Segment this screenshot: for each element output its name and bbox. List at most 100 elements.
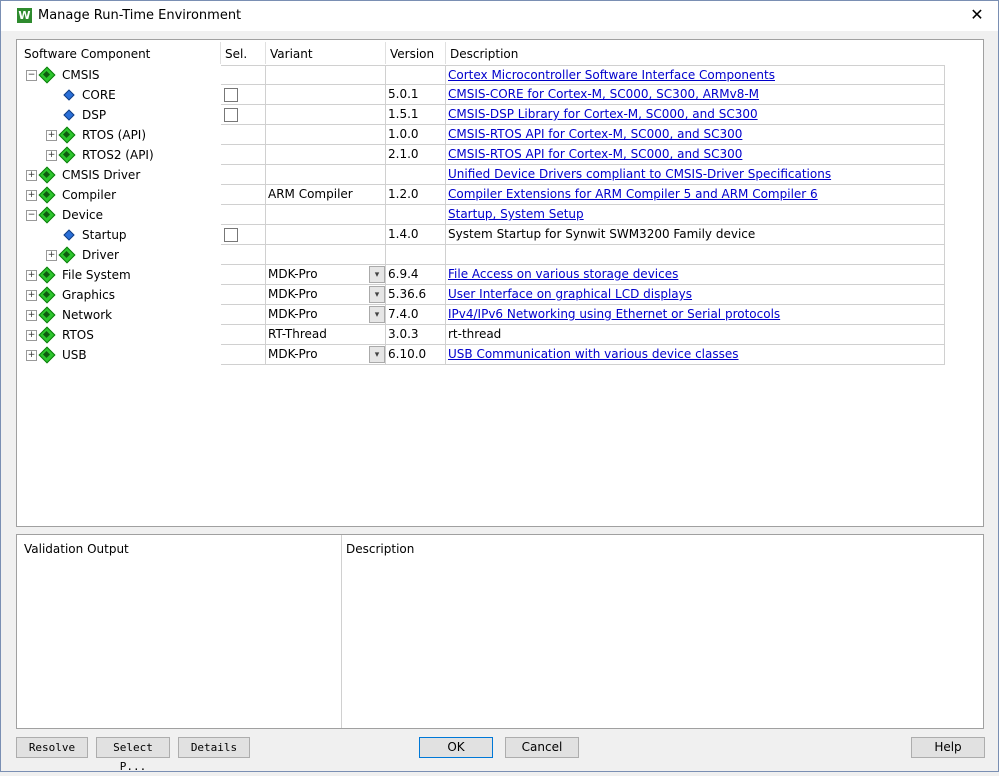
component-row[interactable]: + Graphics MDK-Pro ▾ 5.36.6 User Interface on… [17, 285, 945, 305]
sel-cell[interactable] [221, 105, 266, 125]
expand-icon[interactable]: + [46, 250, 57, 261]
description-cell: rt-thread [445, 325, 945, 345]
component-name: DSP [82, 108, 107, 122]
sel-cell [221, 165, 266, 185]
version-cell: 7.4.0 [385, 305, 446, 325]
variant-cell[interactable]: MDK-Pro ▾ [265, 305, 386, 325]
close-icon[interactable]: ✕ [967, 5, 987, 25]
component-row[interactable]: + USB MDK-Pro ▾ 6.10.0 USB Communication with… [17, 345, 945, 365]
component-group-icon [40, 348, 53, 361]
expand-icon[interactable]: + [26, 270, 37, 281]
description-cell [445, 245, 945, 265]
description-link[interactable]: CMSIS-DSP Library for Cortex-M, SC000, a… [448, 107, 758, 121]
collapse-icon[interactable]: − [26, 70, 37, 81]
sel-cell[interactable] [221, 85, 266, 105]
variant-cell[interactable]: MDK-Pro ▾ [265, 265, 386, 285]
component-row[interactable]: + Driver [17, 245, 945, 265]
component-row[interactable]: + File System MDK-Pro ▾ 6.9.4 File Access on … [17, 265, 945, 285]
component-row[interactable]: DSP 1.5.1 CMSIS-DSP Library for Cortex-M, … [17, 105, 945, 125]
select-checkbox[interactable] [224, 228, 238, 242]
cancel-button[interactable]: Cancel [505, 737, 579, 758]
description-link[interactable]: CMSIS-RTOS API for Cortex-M, SC000, and … [448, 127, 742, 141]
sel-cell [221, 205, 266, 225]
description-link[interactable]: USB Communication with various device cl… [448, 347, 739, 361]
expand-icon[interactable]: + [26, 190, 37, 201]
description-cell[interactable]: IPv4/IPv6 Networking using Ethernet or S… [445, 305, 945, 325]
chevron-down-icon[interactable]: ▾ [369, 286, 385, 303]
variant-cell[interactable]: MDK-Pro ▾ [265, 285, 386, 305]
expand-icon[interactable]: + [26, 170, 37, 181]
select-packs-button[interactable]: Select P... [96, 737, 170, 773]
version-cell [385, 165, 446, 185]
header-description[interactable]: Description [450, 44, 518, 64]
resolve-button[interactable]: Resolve [16, 737, 88, 758]
description-cell[interactable]: CMSIS-RTOS API for Cortex-M, SC000, and … [445, 145, 945, 165]
variant-cell [265, 65, 386, 85]
component-row[interactable]: + Network MDK-Pro ▾ 7.4.0 IPv4/IPv6 Networkin… [17, 305, 945, 325]
collapse-icon[interactable]: − [26, 210, 37, 221]
window-title: Manage Run-Time Environment [38, 8, 242, 23]
sel-cell [221, 245, 266, 265]
variant-cell [265, 245, 386, 265]
select-checkbox[interactable] [224, 108, 238, 122]
component-row[interactable]: + RTOS RT-Thread 3.0.3 rt-thread [17, 325, 945, 345]
description-link[interactable]: Compiler Extensions for ARM Compiler 5 a… [448, 187, 818, 201]
description-cell[interactable]: Compiler Extensions for ARM Compiler 5 a… [445, 185, 945, 205]
header-software-component[interactable]: Software Component [24, 44, 150, 64]
chevron-down-icon[interactable]: ▾ [369, 346, 385, 363]
sel-cell[interactable] [221, 225, 266, 245]
variant-cell [265, 145, 386, 165]
component-name: Device [62, 208, 104, 222]
expand-icon[interactable]: + [46, 150, 57, 161]
help-button[interactable]: Help [911, 737, 985, 758]
header-sel[interactable]: Sel. [225, 44, 247, 64]
component-row[interactable]: − CMSIS Cortex Microcontroller Software In… [17, 65, 945, 85]
description-cell[interactable]: CMSIS-CORE for Cortex-M, SC000, SC300, A… [445, 85, 945, 105]
expand-icon[interactable]: + [26, 330, 37, 341]
description-link[interactable]: Cortex Microcontroller Software Interfac… [448, 68, 775, 82]
details-button[interactable]: Details [178, 737, 250, 758]
expand-icon[interactable]: + [26, 310, 37, 321]
description-cell[interactable]: File Access on various storage devices [445, 265, 945, 285]
header-version[interactable]: Version [390, 44, 434, 64]
expand-icon[interactable]: + [26, 290, 37, 301]
description-link[interactable]: CMSIS-RTOS API for Cortex-M, SC000, and … [448, 147, 742, 161]
description-cell[interactable]: User Interface on graphical LCD displays [445, 285, 945, 305]
component-row[interactable]: Startup 1.4.0 System Startup for Synwit SW… [17, 225, 945, 245]
version-cell: 1.2.0 [385, 185, 446, 205]
description-text: System Startup for Synwit SWM3200 Family… [448, 227, 756, 241]
chevron-down-icon[interactable]: ▾ [369, 306, 385, 323]
component-row[interactable]: + RTOS (API) 1.0.0 CMSIS-RTOS API for Corte… [17, 125, 945, 145]
chevron-down-icon[interactable]: ▾ [369, 266, 385, 283]
description-cell[interactable]: Cortex Microcontroller Software Interfac… [445, 65, 945, 85]
header-variant[interactable]: Variant [270, 44, 313, 64]
ok-button[interactable]: OK [419, 737, 493, 758]
description-link[interactable]: Startup, System Setup [448, 207, 584, 221]
expand-icon[interactable]: + [26, 350, 37, 361]
description-link[interactable]: Unified Device Drivers compliant to CMSI… [448, 167, 831, 181]
component-row[interactable]: CORE 5.0.1 CMSIS-CORE for Cortex-M, SC000,… [17, 85, 945, 105]
description-cell[interactable]: USB Communication with various device cl… [445, 345, 945, 365]
description-link[interactable]: File Access on various storage devices [448, 267, 678, 281]
variant-cell[interactable]: MDK-Pro ▾ [265, 345, 386, 365]
description-cell[interactable]: Unified Device Drivers compliant to CMSI… [445, 165, 945, 185]
variant-cell [265, 225, 386, 245]
description-cell[interactable]: Startup, System Setup [445, 205, 945, 225]
component-row[interactable]: + RTOS2 (API) 2.1.0 CMSIS-RTOS API for Cort… [17, 145, 945, 165]
description-link[interactable]: CMSIS-CORE for Cortex-M, SC000, SC300, A… [448, 87, 759, 101]
component-row[interactable]: + CMSIS Driver Unified Device Drivers comp… [17, 165, 945, 185]
component-row[interactable]: + Compiler ARM Compiler 1.2.0 Compiler Exten… [17, 185, 945, 205]
expand-icon[interactable]: + [46, 130, 57, 141]
component-row[interactable]: − Device Startup, System Setup [17, 205, 945, 225]
component-leaf-icon [64, 110, 73, 120]
validation-output-header: Validation Output [24, 542, 129, 556]
sel-cell [221, 125, 266, 145]
sel-cell [221, 305, 266, 325]
description-link[interactable]: User Interface on graphical LCD displays [448, 287, 692, 301]
description-cell[interactable]: CMSIS-DSP Library for Cortex-M, SC000, a… [445, 105, 945, 125]
header-divider [385, 42, 386, 64]
component-group-icon [60, 148, 73, 161]
select-checkbox[interactable] [224, 88, 238, 102]
description-link[interactable]: IPv4/IPv6 Networking using Ethernet or S… [448, 307, 780, 321]
description-cell[interactable]: CMSIS-RTOS API for Cortex-M, SC000, and … [445, 125, 945, 145]
